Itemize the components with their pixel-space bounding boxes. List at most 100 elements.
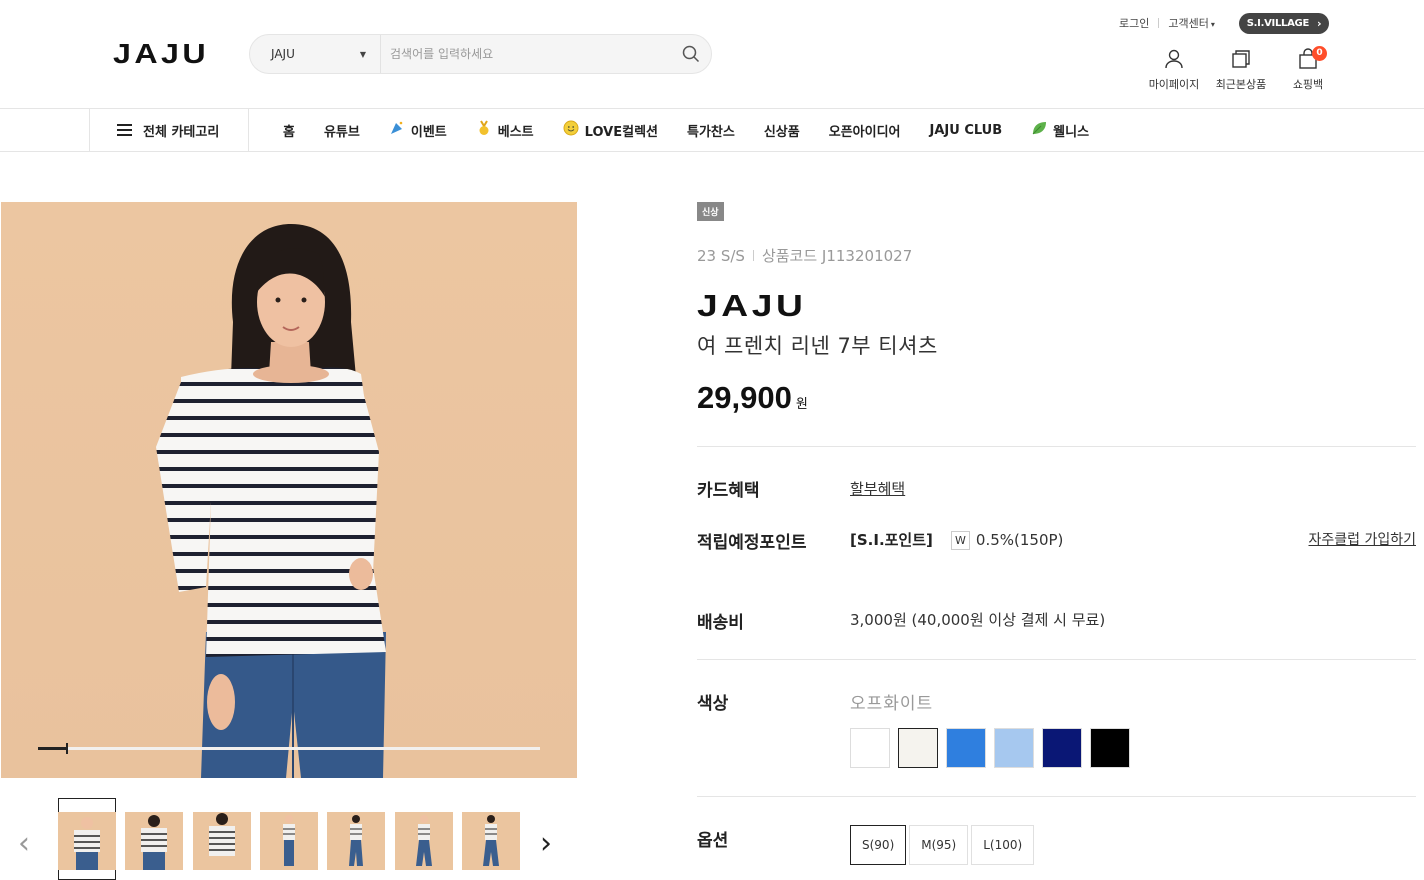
mypage-label: 마이페이지 <box>1148 78 1200 91</box>
product-code: 상품코드 J113201027 <box>761 247 913 265</box>
nav-item-label: 오픈아이디어 <box>828 124 901 140</box>
point-label: 적립예정포인트 <box>697 533 807 553</box>
divider <box>1158 18 1160 28</box>
point-info: [S.I.포인트] W 0.5%(150P) <box>850 529 1063 550</box>
cart-count-badge: 0 <box>1312 46 1327 61</box>
utility-links: 로그인 고객센터 ▾ <box>1119 15 1215 31</box>
product-name: 여 프렌치 리넨 7부 티셔츠 <box>697 334 938 358</box>
product-meta: 23 S/S 상품코드 J113201027 <box>697 245 912 266</box>
thumbnail[interactable] <box>462 812 520 870</box>
divider <box>697 796 1416 797</box>
medal-icon <box>476 120 492 140</box>
price-unit: 원 <box>795 396 808 411</box>
color-swatch-selected[interactable] <box>898 728 938 768</box>
size-option[interactable]: M(95) <box>909 825 969 865</box>
si-point-label: [S.I.포인트] <box>850 531 933 549</box>
new-badge: 신상 <box>697 202 724 221</box>
nav-menu: 홈 유튜브 이벤트 베스트 LOVE컬렉션 특가찬스 신상품 오픈아이디어 JA… <box>283 109 1118 151</box>
nav-item-youtube[interactable]: 유튜브 <box>324 121 360 140</box>
main-nav: 전체 카테고리 홈 유튜브 이벤트 베스트 LOVE컬렉션 특가찬스 신상품 오… <box>0 108 1424 152</box>
nav-item-special-deal[interactable]: 특가찬스 <box>687 121 735 140</box>
hamburger-icon <box>117 121 132 139</box>
search-scope-select[interactable]: JAJU ▼ <box>250 35 381 73</box>
shipping-fee: 3,000원 (40,000원 이상 결제 시 무료) <box>850 611 1106 629</box>
progress-fill <box>38 747 69 750</box>
option-label: 옵션 <box>697 831 729 851</box>
smiley-icon <box>563 120 579 140</box>
nav-item-wellness[interactable]: 웰니스 <box>1031 120 1089 140</box>
color-swatch[interactable] <box>850 728 890 768</box>
color-swatch[interactable] <box>1090 728 1130 768</box>
divider <box>697 446 1416 447</box>
nav-item-label: 웰니스 <box>1053 124 1090 140</box>
nav-item-label: 특가찬스 <box>687 124 735 140</box>
thumbnail-strip: ‹ › <box>0 798 577 880</box>
jaju-logo[interactable]: JAJU <box>113 38 209 70</box>
chevron-left-icon[interactable]: ‹ <box>18 826 30 861</box>
sivillage-label: S.I.VILLAGE <box>1246 18 1310 29</box>
divider <box>697 659 1416 660</box>
thumbnail[interactable] <box>193 812 251 870</box>
gallery-progress-bar[interactable] <box>38 743 540 754</box>
progress-knob[interactable] <box>66 743 68 754</box>
sivillage-button[interactable]: S.I.VILLAGE › <box>1239 13 1329 34</box>
person-icon <box>1165 49 1183 69</box>
nav-item-best[interactable]: 베스트 <box>476 120 534 140</box>
nav-item-label: 홈 <box>283 124 295 140</box>
color-swatch[interactable] <box>994 728 1034 768</box>
nav-item-new[interactable]: 신상품 <box>764 121 800 140</box>
shipping-label: 배송비 <box>697 613 744 633</box>
search-scope-label: JAJU <box>271 47 295 61</box>
jaju-club-join-link[interactable]: 자주클럽 가입하기 <box>1309 529 1417 549</box>
thumbnail[interactable] <box>125 812 183 870</box>
size-option[interactable]: L(100) <box>971 825 1035 865</box>
chevron-right-icon[interactable]: › <box>540 826 552 861</box>
nav-item-label: 유튜브 <box>323 124 360 140</box>
customer-center-link[interactable]: 고객센터 ▾ <box>1168 15 1215 31</box>
w-point-icon: W <box>950 531 970 550</box>
nav-item-love-collection[interactable]: LOVE컬렉션 <box>563 120 658 140</box>
thumbnail[interactable] <box>260 812 318 870</box>
nav-item-home[interactable]: 홈 <box>283 121 295 140</box>
recent-products-button[interactable]: 최근본상품 <box>1211 48 1271 92</box>
installment-benefit-link[interactable]: 할부혜택 <box>850 478 905 499</box>
thumbnail[interactable] <box>395 812 453 870</box>
all-category-label: 전체 카테고리 <box>143 124 220 140</box>
divider <box>752 250 754 261</box>
search-bar: JAJU ▼ <box>249 34 712 74</box>
recent-icon <box>1232 50 1250 68</box>
nav-item-label: 베스트 <box>497 124 534 140</box>
caret-down-icon: ▼ <box>359 49 366 59</box>
thumbnail[interactable] <box>58 812 116 870</box>
product-price: 29,900 원 <box>697 380 808 416</box>
card-benefit-label: 카드혜택 <box>697 481 760 501</box>
season-label: 23 S/S <box>697 246 745 265</box>
nav-item-label: 이벤트 <box>410 124 447 140</box>
party-horn-icon <box>389 120 405 140</box>
shopping-bag-button[interactable]: 0 쇼핑백 <box>1278 46 1338 92</box>
chevron-right-icon: › <box>1316 17 1322 30</box>
search-icon[interactable] <box>671 35 711 73</box>
price-value: 29,900 <box>697 380 792 415</box>
model-photo <box>156 224 386 778</box>
thumbnail[interactable] <box>327 812 385 870</box>
all-category-button[interactable]: 전체 카테고리 <box>89 109 249 151</box>
color-label: 색상 <box>697 694 729 714</box>
color-swatch[interactable] <box>946 728 986 768</box>
caret-down-icon: ▾ <box>1210 20 1215 29</box>
nav-item-label: 신상품 <box>763 124 800 140</box>
color-swatch[interactable] <box>1042 728 1082 768</box>
nav-item-open-idea[interactable]: 오픈아이디어 <box>829 121 901 140</box>
recent-products-label: 최근본상품 <box>1215 78 1267 91</box>
login-link[interactable]: 로그인 <box>1119 15 1149 31</box>
nav-item-jaju-club[interactable]: JAJU CLUB <box>930 123 1003 138</box>
nav-item-event[interactable]: 이벤트 <box>389 120 447 140</box>
mypage-button[interactable]: 마이페이지 <box>1144 48 1204 92</box>
product-main-image[interactable] <box>1 202 577 778</box>
brand-logo[interactable]: JAJU <box>697 288 807 324</box>
nav-item-label: JAJU CLUB <box>929 122 1003 138</box>
search-input[interactable] <box>381 35 671 73</box>
point-rate: 0.5%(150P) <box>975 531 1064 549</box>
color-swatches <box>850 728 1138 768</box>
size-option-selected[interactable]: S(90) <box>850 825 907 865</box>
